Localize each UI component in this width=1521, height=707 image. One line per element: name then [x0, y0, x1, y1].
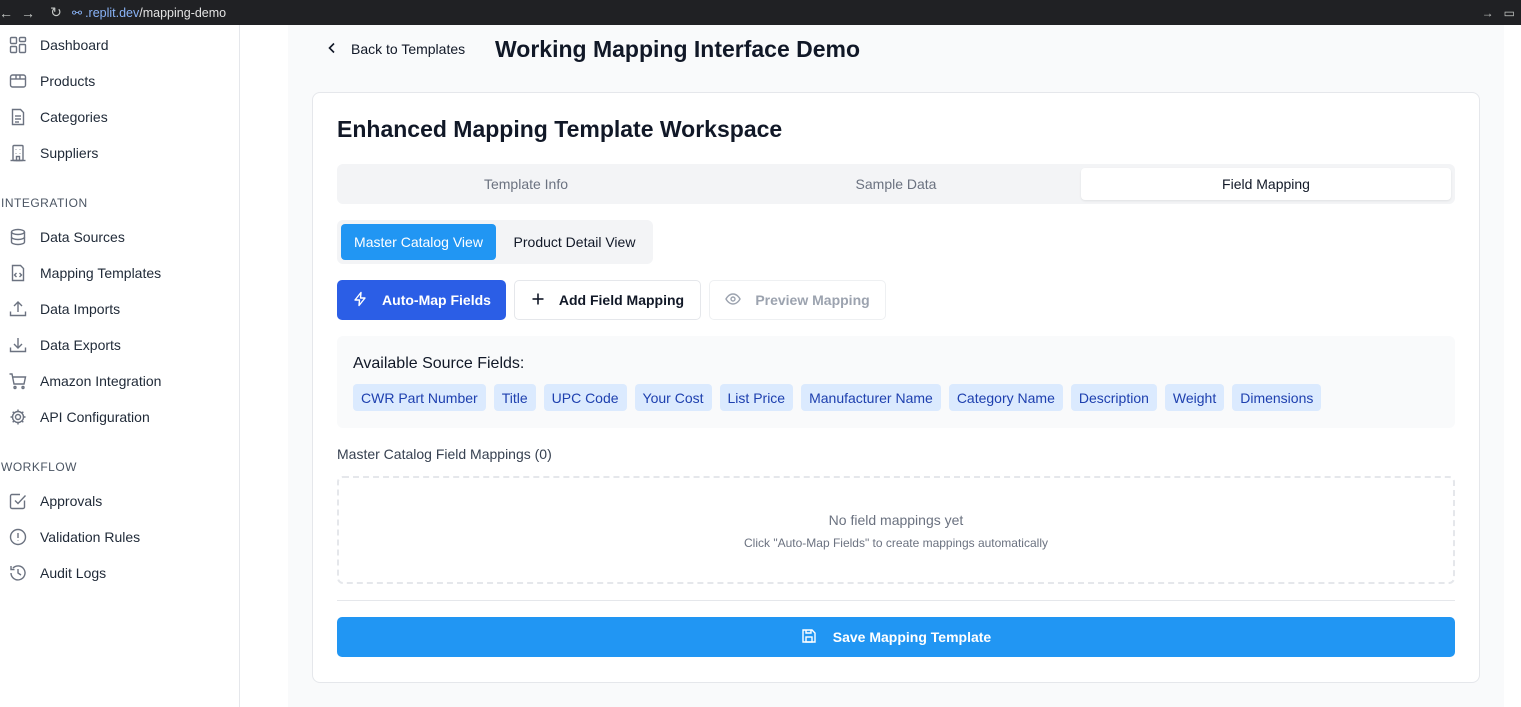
eye-icon — [725, 291, 742, 310]
sidebar-item-label: Mapping Templates — [40, 265, 162, 281]
tab-sample-data[interactable]: Sample Data — [711, 168, 1081, 200]
sidebar-item-categories[interactable]: Categories — [0, 99, 239, 135]
cart-icon — [9, 372, 27, 390]
sidebar-item-data-sources[interactable]: Data Sources — [0, 219, 239, 255]
browser-toolbar: ← → ↻ ⚯ .replit.dev/mapping-demo → ▭ — [0, 0, 1521, 25]
link-icon: ⚯ — [72, 5, 83, 20]
save-icon — [801, 628, 817, 647]
upload-icon — [9, 300, 27, 318]
history-icon — [9, 564, 27, 582]
building-icon — [9, 144, 27, 162]
sidebar-item-label: Products — [40, 73, 96, 89]
preview-mapping-button[interactable]: Preview Mapping — [709, 280, 886, 320]
auto-map-label: Auto-Map Fields — [382, 292, 491, 308]
sidebar-item-label: Dashboard — [40, 37, 109, 53]
database-icon — [9, 228, 27, 246]
url-path: /mapping-demo — [139, 5, 227, 20]
reload-icon[interactable]: ↻ — [44, 4, 68, 21]
source-field-chip[interactable]: Description — [1070, 384, 1157, 411]
source-field-chip[interactable]: Manufacturer Name — [801, 384, 941, 411]
sidebar-item-label: Validation Rules — [40, 529, 141, 545]
source-fields-panel — [337, 336, 1455, 428]
sidebar-item-mapping-templates[interactable]: Mapping Templates — [0, 255, 239, 291]
master-catalog-view-button[interactable]: Master Catalog View — [341, 224, 496, 260]
grid-icon — [9, 36, 27, 54]
mappings-empty-state — [337, 476, 1455, 584]
empty-state-title: No field mappings yet — [828, 512, 964, 528]
source-field-chip[interactable]: Weight — [1164, 384, 1225, 411]
sidebar-item-approvals[interactable]: Approvals — [0, 483, 239, 519]
sidebar-item-label: API Configuration — [40, 409, 150, 425]
source-fields-title: Available Source Fields: — [353, 355, 525, 372]
check-square-icon — [9, 492, 27, 510]
card-title: Enhanced Mapping Template Workspace — [337, 116, 783, 142]
sidebar-item-label: Amazon Integration — [40, 373, 162, 389]
sidebar-item-label: Data Exports — [40, 337, 121, 353]
back-label: Back to Templates — [351, 41, 466, 57]
tab-list: Template Info Sample Data Field Mapping — [337, 164, 1455, 204]
sidebar-item-suppliers[interactable]: Suppliers — [0, 135, 239, 171]
sidebar-item-api-configuration[interactable]: API Configuration — [0, 399, 239, 435]
divider — [337, 600, 1455, 601]
section-title-integration: INTEGRATION — [1, 196, 88, 210]
save-mapping-template-button[interactable]: Save Mapping Template — [337, 617, 1455, 657]
section-title-workflow: WORKFLOW — [1, 460, 77, 474]
auto-map-fields-button[interactable]: Auto-Map Fields — [337, 280, 506, 320]
add-field-mapping-button[interactable]: Add Field Mapping — [514, 280, 701, 320]
source-field-chip[interactable]: Category Name — [948, 384, 1063, 411]
page-title: Working Mapping Interface Demo — [495, 36, 861, 62]
chevron-left-icon — [325, 41, 339, 58]
sidebar-item-products[interactable]: Products — [0, 63, 239, 99]
back-to-templates-button[interactable]: Back to Templates — [325, 37, 465, 61]
save-label: Save Mapping Template — [832, 629, 992, 645]
sidebar-item-audit-logs[interactable]: Audit Logs — [0, 555, 239, 591]
source-field-chip[interactable]: Your Cost — [634, 384, 712, 411]
source-field-chip[interactable]: Dimensions — [1232, 384, 1322, 411]
sidebar-item-label: Suppliers — [40, 145, 99, 161]
forward-arrow-icon[interactable]: → — [16, 5, 40, 21]
view-toggle: Master Catalog View Product Detail View — [337, 220, 653, 264]
alert-circle-icon — [9, 528, 27, 546]
mappings-count-label: Master Catalog Field Mappings (0) — [337, 446, 552, 462]
sidebar-item-label: Audit Logs — [40, 565, 107, 581]
sidebar-item-dashboard[interactable]: Dashboard — [0, 27, 239, 63]
monitor-icon[interactable]: ▭ — [1504, 6, 1515, 20]
sidebar-item-data-imports[interactable]: Data Imports — [0, 291, 239, 327]
tab-template-info[interactable]: Template Info — [341, 168, 711, 200]
sidebar-item-data-exports[interactable]: Data Exports — [0, 327, 239, 363]
address-bar[interactable]: ⚯ .replit.dev/mapping-demo — [72, 2, 1521, 23]
source-field-chip[interactable]: List Price — [719, 384, 794, 411]
sidebar-item-label: Categories — [40, 109, 108, 125]
source-field-chip[interactable]: Title — [493, 384, 536, 411]
preview-label: Preview Mapping — [755, 292, 870, 308]
source-field-chips: CWR Part Number Title UPC Code Your Cost… — [353, 384, 1322, 411]
download-icon — [9, 336, 27, 354]
sidebar-item-label: Data Sources — [40, 229, 125, 245]
empty-state-hint: Click "Auto-Map Fields" to create mappin… — [744, 536, 1048, 550]
sidebar-item-validation-rules[interactable]: Validation Rules — [0, 519, 239, 555]
sidebar-item-label: Data Imports — [40, 301, 121, 317]
plus-icon — [531, 292, 545, 309]
sidebar-item-amazon-integration[interactable]: Amazon Integration — [0, 363, 239, 399]
browser-right-controls: → ▭ — [1482, 0, 1521, 25]
lightning-icon — [352, 291, 368, 310]
sidebar-item-label: Approvals — [40, 493, 103, 509]
source-field-chip[interactable]: CWR Part Number — [353, 384, 486, 411]
product-detail-view-button[interactable]: Product Detail View — [500, 224, 649, 260]
go-arrow-icon[interactable]: → — [1482, 6, 1494, 20]
source-field-chip[interactable]: UPC Code — [543, 384, 627, 411]
gear-icon — [9, 408, 27, 426]
tab-field-mapping[interactable]: Field Mapping — [1081, 168, 1451, 200]
package-icon — [9, 72, 27, 90]
add-mapping-label: Add Field Mapping — [558, 292, 685, 308]
file-code-icon — [9, 264, 27, 282]
url-host: .replit.dev — [85, 5, 140, 20]
file-list-icon — [9, 108, 27, 126]
